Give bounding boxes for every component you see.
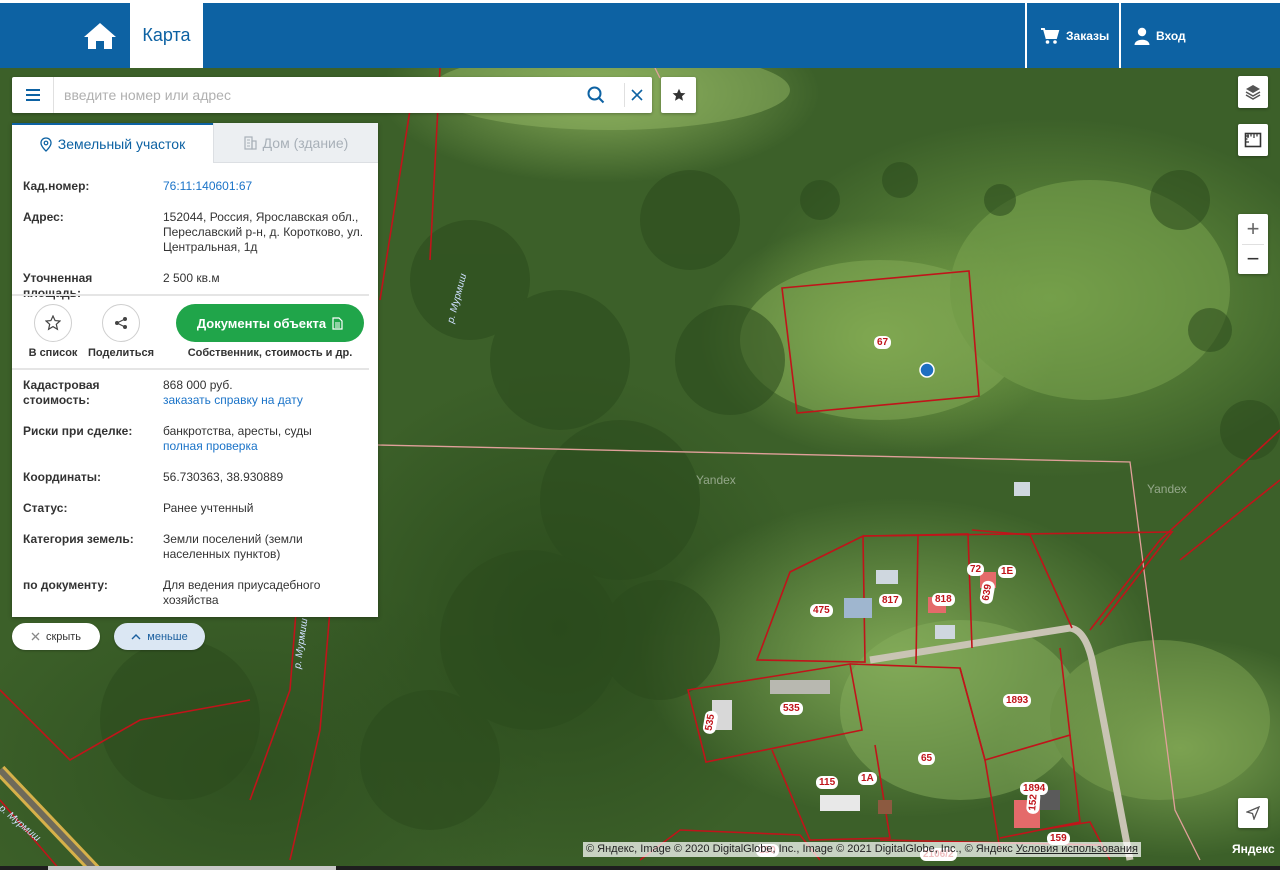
coordinates-value: 56.730363, 38.930889 [163,470,284,484]
chevron-up-icon [131,634,141,640]
parcel-label[interactable]: 818 [932,593,955,606]
object-info-panel: Земельный участок Дом (здание) Кад.номер… [12,123,378,617]
map-copyright: © Яндекс, Image © 2020 DigitalGlobe, Inc… [583,842,1141,857]
risks-value-block: банкротства, аресты, суды полная проверк… [163,424,368,454]
ruler-button[interactable] [1238,124,1268,156]
tab-house-label: Дом (здание) [262,134,349,151]
document-icon [332,316,343,330]
order-certificate-link[interactable]: заказать справку на дату [163,393,368,408]
cad-cost-value: 868 000 руб. [163,378,233,392]
divider [12,368,369,370]
cad-number-link[interactable]: 76:11:140601:67 [163,179,368,194]
star-outline-icon [45,315,61,331]
land-category-value: Земли поселений (земли населенных пункто… [163,532,303,561]
tab-house[interactable]: Дом (здание) [213,123,378,163]
tab-land-plot[interactable]: Земельный участок [12,123,213,163]
object-documents-label: Документы объекта [196,315,327,331]
clear-search-button[interactable] [624,83,648,107]
login-button[interactable]: Вход [1134,3,1186,68]
terms-link[interactable]: Условия использования [1016,843,1138,855]
cad-cost-label: Кадастровая стоимость: [23,378,100,407]
parcel-label[interactable]: 1Е [998,565,1017,578]
area-value: 2 500 кв.м [163,271,220,285]
scrollbar-thumb[interactable] [48,866,336,870]
address-label: Адрес: [23,210,64,224]
zoom-in-button[interactable]: + [1238,214,1268,244]
home-icon [84,22,116,49]
object-documents-caption: Собственник, стоимость и др. [187,347,353,359]
by-document-value: Для ведения приусадебного хозяйства [163,578,321,607]
close-icon [630,89,643,101]
search-bar [12,77,652,113]
add-to-list-label: В список [28,347,78,359]
hide-panel-label: скрыть [45,630,82,643]
object-documents-button[interactable]: Документы объекта [176,304,364,342]
full-check-link[interactable]: полная проверка [163,439,368,454]
map-pin-icon [40,136,52,152]
risks-value: банкротства, аресты, суды [163,424,312,438]
location-marker[interactable] [919,362,935,378]
layers-button[interactable] [1238,76,1268,108]
orders-button[interactable]: Заказы [1040,3,1109,68]
parcel-label[interactable]: 67 [874,336,892,349]
map-watermark: Yandex [696,473,736,487]
share-label: Поделиться [87,347,155,359]
map-watermark: Yandex [1147,482,1187,496]
copyright-text: © Яндекс, Image © 2020 DigitalGlobe, Inc… [586,843,1013,855]
divider [12,294,369,296]
land-category-label: Категория земель: [23,532,134,546]
cad-cost-value-block: 868 000 руб. заказать справку на дату [163,378,368,408]
risks-label: Риски при сделке: [23,424,133,438]
parcel-label[interactable]: 1А [858,772,877,785]
coordinates-label: Координаты: [23,470,102,484]
parcel-label[interactable]: 535 [780,702,803,715]
cad-number-label: Кад.номер: [23,179,90,193]
geolocation-button[interactable] [1238,798,1268,828]
login-label: Вход [1156,28,1186,43]
hide-panel-button[interactable]: скрыть [12,623,100,650]
home-button[interactable] [70,3,130,68]
search-icon [587,86,605,104]
search-input[interactable] [64,85,564,105]
hamburger-icon [25,89,40,101]
by-document-label: по документу: [23,578,108,592]
address-value: 152044, Россия, Ярославская обл., Пересл… [163,210,364,254]
tab-land-plot-label: Земельный участок [57,136,186,152]
navigation-arrow-icon [1246,806,1260,820]
share-button[interactable] [102,304,140,342]
orders-label: Заказы [1066,28,1110,43]
top-navigation-bar: Карта Заказы Вход [0,0,1280,68]
parcel-label[interactable]: 115 [816,776,839,789]
zoom-out-button[interactable]: − [1238,244,1268,274]
search-button[interactable] [584,83,608,107]
layers-icon [1245,85,1261,100]
close-icon [31,632,40,641]
yandex-logo[interactable]: Яндекс [1232,842,1275,856]
building-icon [244,135,257,150]
favorites-button[interactable] [661,77,696,113]
parcel-label[interactable]: 65 [918,752,936,765]
parcel-label[interactable]: 152 [1025,790,1041,815]
user-icon [1134,27,1150,45]
menu-button[interactable] [12,77,54,113]
collapse-panel-label: меньше [147,630,188,643]
zoom-control: + − [1238,214,1268,274]
ruler-icon [1244,132,1262,148]
cart-icon [1041,27,1060,44]
parcel-label[interactable]: 817 [879,594,902,607]
header-divider [1025,3,1027,68]
collapse-panel-button[interactable]: меньше [114,623,205,650]
status-value: Ранее учтенный [163,501,254,515]
parcel-label[interactable]: 475 [810,604,833,617]
share-icon [115,317,127,329]
parcel-label[interactable]: 72 [967,563,985,576]
add-to-list-button[interactable] [34,304,72,342]
area-label: Уточненная площадь: [23,271,93,300]
header-divider [1119,3,1121,68]
tab-map[interactable]: Карта [130,3,203,68]
horizontal-scrollbar[interactable] [0,866,1280,870]
status-label: Статус: [23,501,68,515]
parcel-label[interactable]: 1893 [1003,694,1032,707]
star-icon [672,88,685,101]
